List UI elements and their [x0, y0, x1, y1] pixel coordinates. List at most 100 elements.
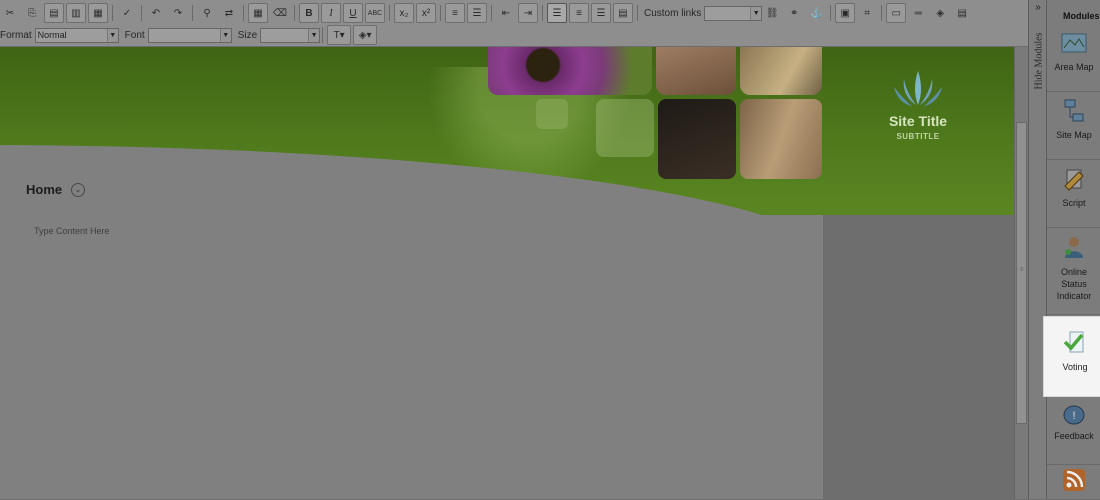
- feedback-icon: !: [1061, 403, 1087, 429]
- media-icon[interactable]: ◈: [930, 3, 950, 23]
- font-label: Font: [124, 29, 145, 41]
- align-right-icon[interactable]: ☰: [591, 3, 611, 23]
- modules-title: Modules: [1063, 11, 1100, 21]
- scrollbar-thumb[interactable]: ≡: [1016, 122, 1027, 424]
- voting-icon: [1062, 329, 1088, 355]
- toolbar-divider: [322, 27, 324, 43]
- module-label: Script: [1062, 198, 1086, 208]
- replace-icon[interactable]: ⇄: [219, 3, 239, 23]
- custom-links-label: Custom links: [644, 7, 702, 19]
- chevron-down-icon: ▼: [750, 6, 762, 20]
- chevron-down-icon: ▼: [106, 28, 118, 42]
- link-icon[interactable]: ⛓: [762, 3, 782, 23]
- paste-word-icon[interactable]: ▦: [88, 3, 108, 23]
- justify-icon[interactable]: ▤: [613, 3, 633, 23]
- hide-modules-strip[interactable]: » Hide Modules: [1028, 0, 1047, 499]
- chevron-down-icon: ▼: [219, 28, 231, 42]
- module-online-status-indicator[interactable]: Online Status Indicator: [1047, 228, 1100, 315]
- bold-icon[interactable]: B: [299, 3, 319, 23]
- superscript-icon[interactable]: x²: [416, 3, 436, 23]
- module-feedback[interactable]: ! Feedback: [1047, 397, 1100, 465]
- toolbar-row-2: Format Normal ▼ Font ▼ Size ▼ T▾ ◈▾: [0, 24, 379, 46]
- module-script[interactable]: Script: [1047, 160, 1100, 228]
- script-icon: [1061, 166, 1087, 192]
- align-left-icon[interactable]: ☰: [547, 3, 567, 23]
- grip-icon: ≡: [1020, 267, 1024, 273]
- module-label: Area Map: [1054, 62, 1094, 72]
- hide-modules-label[interactable]: Hide Modules: [1034, 33, 1045, 90]
- editor-canvas[interactable]: Site Title SUBTITLE Home ⌄ Type Content …: [0, 47, 1014, 499]
- site-title[interactable]: Site Title: [862, 113, 974, 129]
- content-area[interactable]: Type Content Here: [34, 226, 110, 236]
- custom-links-select[interactable]: ▼: [704, 5, 763, 21]
- size-select[interactable]: ▼: [260, 27, 321, 43]
- toolbar-divider: [542, 5, 543, 21]
- eraser-icon[interactable]: ⌫: [270, 3, 290, 23]
- module-rss[interactable]: [1047, 461, 1100, 499]
- module-voting[interactable]: Voting: [1043, 316, 1100, 397]
- module-site-map[interactable]: Site Map: [1047, 92, 1100, 160]
- toolbar-divider: [830, 5, 832, 21]
- spellcheck-icon[interactable]: ✓: [117, 3, 137, 23]
- font-select[interactable]: ▼: [147, 27, 232, 43]
- module-area-map[interactable]: Area Map: [1047, 24, 1100, 92]
- undo-icon[interactable]: ↶: [146, 3, 166, 23]
- image-icon[interactable]: ▣: [835, 3, 856, 23]
- form-icon[interactable]: ▤: [952, 3, 972, 23]
- text-color-icon[interactable]: T▾: [327, 25, 352, 45]
- size-label: Size: [237, 29, 258, 41]
- page-margin: [823, 215, 1014, 499]
- indent-icon[interactable]: ⇥: [518, 3, 538, 23]
- format-label: Format: [0, 29, 32, 41]
- table-icon[interactable]: ▦: [248, 3, 268, 23]
- italic-icon[interactable]: I: [321, 3, 341, 23]
- window-icon[interactable]: ▭: [886, 3, 907, 23]
- format-select[interactable]: Normal ▼: [34, 27, 119, 43]
- chevron-down-icon[interactable]: ⌄: [71, 183, 85, 197]
- site-subtitle[interactable]: SUBTITLE: [862, 132, 974, 141]
- background-color-icon[interactable]: ◈▾: [353, 25, 378, 45]
- paste-text-icon[interactable]: ▥: [66, 3, 86, 23]
- rss-icon: [1061, 467, 1087, 493]
- vertical-scrollbar[interactable]: ≡: [1014, 47, 1029, 499]
- svg-text:!: !: [1072, 410, 1075, 422]
- redo-icon[interactable]: ↷: [168, 3, 188, 23]
- toolbar-divider: [294, 5, 295, 21]
- toolbar-divider: [637, 5, 638, 21]
- unlink-icon[interactable]: ⚭: [784, 3, 804, 23]
- chevron-down-icon: ▼: [308, 28, 320, 42]
- module-label: Online Status Indicator: [1056, 267, 1092, 301]
- page-title[interactable]: Home: [26, 182, 62, 197]
- paste-icon[interactable]: ▤: [44, 3, 64, 23]
- outdent-icon[interactable]: ⇤: [496, 3, 516, 23]
- horizontal-rule-icon[interactable]: ═: [908, 3, 928, 23]
- align-center-icon[interactable]: ≡: [569, 3, 589, 23]
- toolbar-row-1: ✂ ⎘ ▤ ▥ ▦ ✓ ↶ ↷ ⚲ ⇄ ▦ ⌫ B I U ABC x₂ x² …: [0, 2, 974, 24]
- toolbar-divider: [389, 5, 390, 21]
- toolbar-divider: [491, 5, 492, 21]
- toolbar-divider: [243, 5, 244, 21]
- site-logo-icon: [894, 71, 942, 106]
- editor-toolbar: ✂ ⎘ ▤ ▥ ▦ ✓ ↶ ↷ ⚲ ⇄ ▦ ⌫ B I U ABC x₂ x² …: [0, 0, 1030, 47]
- crop-icon[interactable]: ⌗: [857, 3, 877, 23]
- toolbar-divider: [881, 5, 883, 21]
- toolbar-divider: [192, 5, 193, 21]
- modules-panel: Modules Area Map Site Map Script Online …: [1043, 0, 1100, 499]
- unordered-list-icon[interactable]: ☰: [467, 3, 487, 23]
- banner-photo-tile: [656, 47, 736, 95]
- subscript-icon[interactable]: x₂: [394, 3, 414, 23]
- anchor-icon[interactable]: ⚓: [806, 3, 826, 23]
- find-icon[interactable]: ⚲: [197, 3, 217, 23]
- cut-icon[interactable]: ✂: [0, 3, 20, 23]
- toolbar-divider: [141, 5, 142, 21]
- double-chevron-right-icon[interactable]: »: [1032, 3, 1044, 13]
- ordered-list-icon[interactable]: ≡: [445, 3, 465, 23]
- banner-photo-tile: [740, 47, 822, 95]
- banner-decor-tile: [536, 99, 568, 129]
- area-map-icon: [1061, 30, 1087, 56]
- underline-icon[interactable]: U: [343, 3, 363, 23]
- site-map-icon: [1061, 98, 1087, 124]
- strikethrough-icon[interactable]: ABC: [365, 3, 385, 23]
- format-value: Normal: [37, 29, 67, 40]
- copy-icon[interactable]: ⎘: [22, 3, 42, 23]
